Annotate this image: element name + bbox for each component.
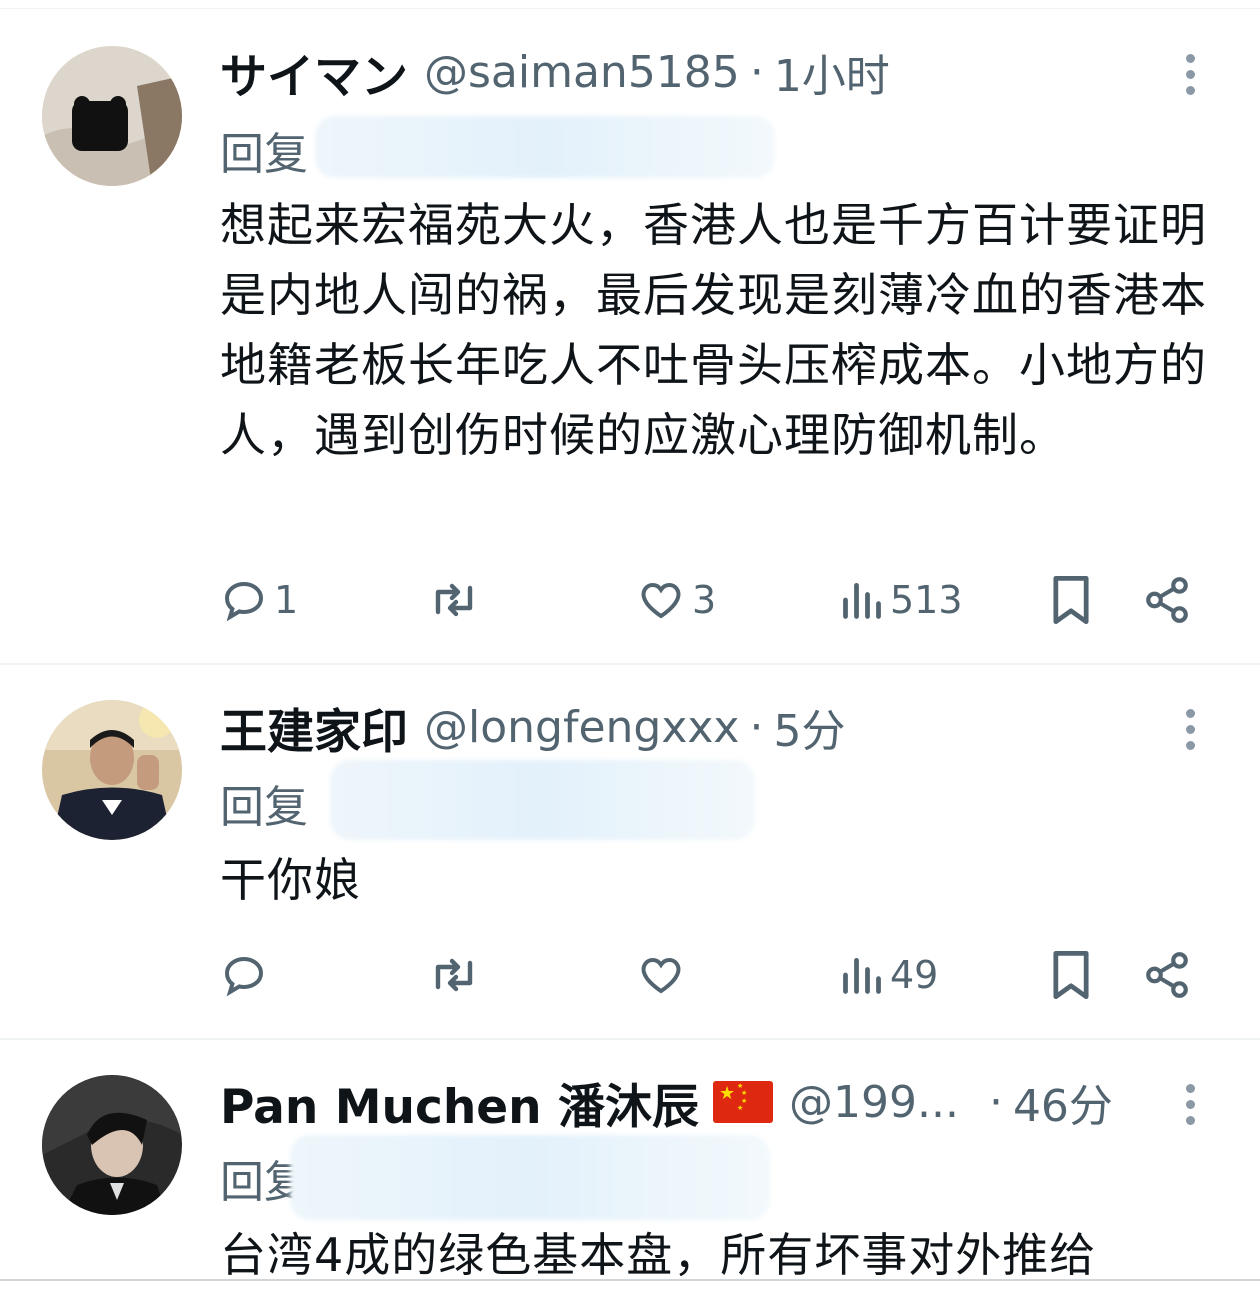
user-handle[interactable]: @longfengxxx [424, 702, 739, 753]
like-button[interactable] [636, 945, 692, 1005]
reply-icon [224, 956, 264, 997]
action-bar: 49 [0, 945, 1260, 1005]
replying-label: 回复 [220, 129, 308, 180]
tweet-header: サイマン @saiman5185 · 1小时 [220, 40, 890, 105]
redacted-mention [330, 760, 755, 840]
heart-icon [641, 582, 681, 619]
share-button[interactable] [1142, 945, 1192, 1005]
retweet-icon [435, 958, 473, 992]
like-button[interactable]: 3 [636, 570, 716, 630]
timestamp[interactable]: 1小时 [774, 40, 890, 104]
separator-dot: · [749, 46, 764, 98]
reply-button[interactable] [220, 945, 274, 1005]
view-count: 49 [890, 953, 939, 997]
bottom-divider [0, 1279, 1260, 1281]
display-name[interactable]: 王建家印 [220, 693, 408, 762]
heart-icon [641, 957, 681, 994]
avatar[interactable] [42, 1075, 182, 1215]
views-button[interactable]: 513 [840, 570, 963, 630]
reply-icon [224, 581, 264, 622]
content-cutoff [0, 1278, 1260, 1301]
more-options-icon[interactable] [1178, 44, 1202, 104]
tweet-2[interactable]: 王建家印 @longfengxxx · 5分 回复 干你娘 49 [0, 665, 1260, 1040]
separator-dot: · [749, 701, 764, 753]
timestamp[interactable]: 46分 [1013, 1070, 1113, 1134]
avatar-image [42, 46, 182, 186]
more-options-icon[interactable] [1178, 1074, 1202, 1134]
replying-label: 回复 [220, 782, 308, 833]
analytics-icon [843, 582, 881, 619]
top-divider [0, 8, 1260, 9]
redacted-mention [315, 116, 775, 178]
more-options-icon[interactable] [1178, 699, 1202, 759]
reply-button[interactable]: 1 [220, 570, 298, 630]
display-name[interactable]: サイマン [220, 38, 408, 107]
tweet-header: Pan Muchen 潘沐辰 ★ ★ ★ ★ ★ @199... · 46分 [220, 1070, 1113, 1135]
bookmark-icon [1053, 575, 1089, 625]
share-icon [1146, 577, 1188, 623]
china-flag-icon: ★ ★ ★ ★ ★ [712, 1081, 773, 1123]
like-count: 3 [692, 578, 717, 622]
replying-to: 回复 [220, 771, 308, 835]
tweet-1[interactable]: サイマン @saiman5185 · 1小时 回复 想起来宏福苑大火，香港人也是… [0, 40, 1260, 665]
user-handle[interactable]: @saiman5185 [424, 47, 740, 98]
tweet-text: 想起来宏福苑大火，香港人也是千方百计要证明是内地人闯的祸，最后发现是刻薄冷血的香… [220, 198, 1207, 462]
avatar[interactable] [42, 700, 182, 840]
tweet-3[interactable]: Pan Muchen 潘沐辰 ★ ★ ★ ★ ★ @199... · 46分 回复 台湾… [0, 1040, 1260, 1301]
views-button[interactable]: 49 [840, 945, 938, 1005]
view-count: 513 [890, 578, 963, 622]
user-handle[interactable]: @199... [789, 1077, 959, 1128]
bookmark-icon [1053, 950, 1089, 1000]
retweet-button[interactable] [425, 945, 489, 1005]
tweet-header: 王建家印 @longfengxxx · 5分 [220, 695, 845, 760]
redacted-mention [290, 1135, 770, 1220]
analytics-icon [843, 957, 881, 994]
display-name[interactable]: Pan Muchen 潘沐辰 [220, 1068, 699, 1137]
separator-dot: · [988, 1076, 1003, 1128]
retweet-icon [435, 583, 473, 617]
action-bar: 1 3 513 [0, 570, 1260, 630]
replying-to: 回复 [220, 118, 308, 182]
avatar-image [42, 1075, 182, 1215]
timestamp[interactable]: 5分 [773, 695, 845, 759]
share-button[interactable] [1142, 570, 1192, 630]
reply-count: 1 [274, 578, 299, 622]
tweet-text: 干你娘 [220, 853, 361, 907]
share-icon [1146, 952, 1188, 998]
avatar-image [42, 700, 182, 840]
bookmark-button[interactable] [1048, 945, 1094, 1005]
retweet-button[interactable] [425, 570, 489, 630]
avatar[interactable] [42, 46, 182, 186]
bookmark-button[interactable] [1048, 570, 1094, 630]
